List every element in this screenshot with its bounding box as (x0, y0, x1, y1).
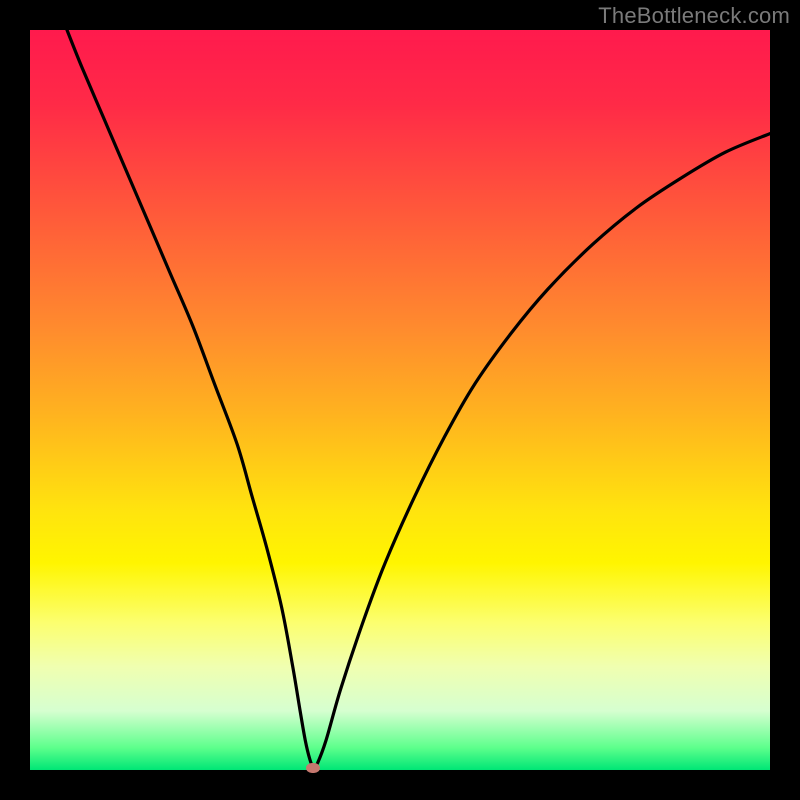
plot-area (30, 30, 770, 770)
optimum-marker (306, 763, 320, 773)
chart-frame: TheBottleneck.com (0, 0, 800, 800)
watermark-text: TheBottleneck.com (598, 3, 790, 29)
bottleneck-curve (30, 30, 770, 770)
